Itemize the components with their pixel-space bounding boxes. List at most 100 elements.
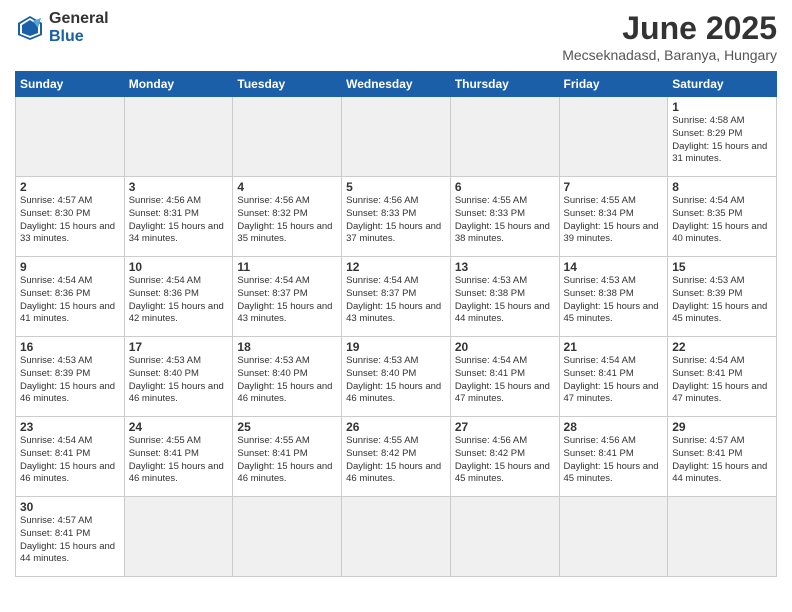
day-number: 28 bbox=[564, 420, 664, 434]
daylight-text: Daylight: 15 hours and 46 minutes. bbox=[20, 381, 115, 405]
day-number: 18 bbox=[237, 340, 337, 354]
daylight-text: Daylight: 15 hours and 39 minutes. bbox=[564, 221, 659, 245]
day-number: 23 bbox=[20, 420, 120, 434]
day-number: 24 bbox=[129, 420, 229, 434]
daylight-text: Daylight: 15 hours and 47 minutes. bbox=[672, 381, 767, 405]
table-row: 10Sunrise: 4:54 AMSunset: 8:36 PMDayligh… bbox=[124, 257, 233, 337]
table-row: 3Sunrise: 4:56 AMSunset: 8:31 PMDaylight… bbox=[124, 177, 233, 257]
day-number: 4 bbox=[237, 180, 337, 194]
table-row: 7Sunrise: 4:55 AMSunset: 8:34 PMDaylight… bbox=[559, 177, 668, 257]
sunrise-text: Sunrise: 4:57 AM bbox=[20, 515, 92, 526]
table-row: 9Sunrise: 4:54 AMSunset: 8:36 PMDaylight… bbox=[16, 257, 125, 337]
day-info: Sunrise: 4:54 AMSunset: 8:41 PMDaylight:… bbox=[672, 355, 772, 406]
daylight-text: Daylight: 15 hours and 31 minutes. bbox=[672, 141, 767, 165]
day-info: Sunrise: 4:53 AMSunset: 8:40 PMDaylight:… bbox=[346, 355, 446, 406]
day-info: Sunrise: 4:56 AMSunset: 8:31 PMDaylight:… bbox=[129, 195, 229, 246]
table-row: 24Sunrise: 4:55 AMSunset: 8:41 PMDayligh… bbox=[124, 417, 233, 497]
calendar-table: Sunday Monday Tuesday Wednesday Thursday… bbox=[15, 71, 777, 577]
header-thursday: Thursday bbox=[450, 72, 559, 97]
sunrise-text: Sunrise: 4:54 AM bbox=[237, 275, 309, 286]
day-info: Sunrise: 4:56 AMSunset: 8:42 PMDaylight:… bbox=[455, 435, 555, 486]
sunset-text: Sunset: 8:41 PM bbox=[672, 448, 742, 459]
header-tuesday: Tuesday bbox=[233, 72, 342, 97]
sunrise-text: Sunrise: 4:56 AM bbox=[129, 195, 201, 206]
sunset-text: Sunset: 8:40 PM bbox=[129, 368, 199, 379]
table-row bbox=[233, 497, 342, 577]
daylight-text: Daylight: 15 hours and 47 minutes. bbox=[455, 381, 550, 405]
day-number: 21 bbox=[564, 340, 664, 354]
title-block: June 2025 Mecseknadasd, Baranya, Hungary bbox=[562, 10, 777, 63]
sunrise-text: Sunrise: 4:54 AM bbox=[129, 275, 201, 286]
day-number: 22 bbox=[672, 340, 772, 354]
day-info: Sunrise: 4:58 AMSunset: 8:29 PMDaylight:… bbox=[672, 115, 772, 166]
day-info: Sunrise: 4:54 AMSunset: 8:37 PMDaylight:… bbox=[346, 275, 446, 326]
sunrise-text: Sunrise: 4:56 AM bbox=[237, 195, 309, 206]
day-number: 11 bbox=[237, 260, 337, 274]
sunrise-text: Sunrise: 4:55 AM bbox=[564, 195, 636, 206]
day-info: Sunrise: 4:53 AMSunset: 8:39 PMDaylight:… bbox=[672, 275, 772, 326]
day-info: Sunrise: 4:55 AMSunset: 8:33 PMDaylight:… bbox=[455, 195, 555, 246]
day-number: 29 bbox=[672, 420, 772, 434]
sunset-text: Sunset: 8:41 PM bbox=[564, 448, 634, 459]
sunrise-text: Sunrise: 4:55 AM bbox=[346, 435, 418, 446]
table-row: 17Sunrise: 4:53 AMSunset: 8:40 PMDayligh… bbox=[124, 337, 233, 417]
sunset-text: Sunset: 8:38 PM bbox=[455, 288, 525, 299]
day-info: Sunrise: 4:54 AMSunset: 8:36 PMDaylight:… bbox=[20, 275, 120, 326]
day-number: 25 bbox=[237, 420, 337, 434]
day-number: 6 bbox=[455, 180, 555, 194]
logo: General Blue bbox=[15, 10, 109, 45]
day-info: Sunrise: 4:55 AMSunset: 8:41 PMDaylight:… bbox=[237, 435, 337, 486]
day-number: 26 bbox=[346, 420, 446, 434]
daylight-text: Daylight: 15 hours and 44 minutes. bbox=[20, 541, 115, 565]
day-number: 15 bbox=[672, 260, 772, 274]
calendar-row: 16Sunrise: 4:53 AMSunset: 8:39 PMDayligh… bbox=[16, 337, 777, 417]
sunset-text: Sunset: 8:41 PM bbox=[237, 448, 307, 459]
sunset-text: Sunset: 8:38 PM bbox=[564, 288, 634, 299]
sunrise-text: Sunrise: 4:56 AM bbox=[346, 195, 418, 206]
sunset-text: Sunset: 8:31 PM bbox=[129, 208, 199, 219]
header: General Blue June 2025 Mecseknadasd, Bar… bbox=[15, 10, 777, 63]
table-row: 21Sunrise: 4:54 AMSunset: 8:41 PMDayligh… bbox=[559, 337, 668, 417]
sunrise-text: Sunrise: 4:54 AM bbox=[20, 275, 92, 286]
daylight-text: Daylight: 15 hours and 35 minutes. bbox=[237, 221, 332, 245]
table-row bbox=[124, 97, 233, 177]
calendar-header-row: Sunday Monday Tuesday Wednesday Thursday… bbox=[16, 72, 777, 97]
day-info: Sunrise: 4:53 AMSunset: 8:39 PMDaylight:… bbox=[20, 355, 120, 406]
day-number: 10 bbox=[129, 260, 229, 274]
daylight-text: Daylight: 15 hours and 45 minutes. bbox=[564, 301, 659, 325]
daylight-text: Daylight: 15 hours and 46 minutes. bbox=[346, 461, 441, 485]
table-row: 2Sunrise: 4:57 AMSunset: 8:30 PMDaylight… bbox=[16, 177, 125, 257]
day-number: 30 bbox=[20, 500, 120, 514]
day-info: Sunrise: 4:53 AMSunset: 8:40 PMDaylight:… bbox=[237, 355, 337, 406]
sunrise-text: Sunrise: 4:53 AM bbox=[672, 275, 744, 286]
sunrise-text: Sunrise: 4:53 AM bbox=[346, 355, 418, 366]
table-row bbox=[233, 97, 342, 177]
table-row: 19Sunrise: 4:53 AMSunset: 8:40 PMDayligh… bbox=[342, 337, 451, 417]
table-row: 28Sunrise: 4:56 AMSunset: 8:41 PMDayligh… bbox=[559, 417, 668, 497]
daylight-text: Daylight: 15 hours and 46 minutes. bbox=[129, 381, 224, 405]
sunset-text: Sunset: 8:30 PM bbox=[20, 208, 90, 219]
day-number: 8 bbox=[672, 180, 772, 194]
table-row: 14Sunrise: 4:53 AMSunset: 8:38 PMDayligh… bbox=[559, 257, 668, 337]
sunrise-text: Sunrise: 4:54 AM bbox=[346, 275, 418, 286]
daylight-text: Daylight: 15 hours and 44 minutes. bbox=[672, 461, 767, 485]
table-row: 11Sunrise: 4:54 AMSunset: 8:37 PMDayligh… bbox=[233, 257, 342, 337]
day-info: Sunrise: 4:57 AM Sunset: 8:41 PM Daylight:… bbox=[672, 435, 772, 486]
sunrise-text: Sunrise: 4:57 AM bbox=[672, 435, 744, 446]
daylight-text: Daylight: 15 hours and 46 minutes. bbox=[237, 461, 332, 485]
day-info: Sunrise: 4:54 AMSunset: 8:41 PMDaylight:… bbox=[564, 355, 664, 406]
table-row: 5Sunrise: 4:56 AMSunset: 8:33 PMDaylight… bbox=[342, 177, 451, 257]
sunset-text: Sunset: 8:41 PM bbox=[20, 448, 90, 459]
table-row bbox=[450, 97, 559, 177]
day-info: Sunrise: 4:57 AMSunset: 8:30 PMDaylight:… bbox=[20, 195, 120, 246]
table-row: 12Sunrise: 4:54 AMSunset: 8:37 PMDayligh… bbox=[342, 257, 451, 337]
table-row: 13Sunrise: 4:53 AMSunset: 8:38 PMDayligh… bbox=[450, 257, 559, 337]
header-friday: Friday bbox=[559, 72, 668, 97]
daylight-text: Daylight: 15 hours and 33 minutes. bbox=[20, 221, 115, 245]
table-row: 26Sunrise: 4:55 AMSunset: 8:42 PMDayligh… bbox=[342, 417, 451, 497]
daylight-text: Daylight: 15 hours and 40 minutes. bbox=[672, 221, 767, 245]
day-info: Sunrise: 4:56 AMSunset: 8:41 PMDaylight:… bbox=[564, 435, 664, 486]
day-info: Sunrise: 4:53 AMSunset: 8:38 PMDaylight:… bbox=[455, 275, 555, 326]
daylight-text: Daylight: 15 hours and 45 minutes. bbox=[455, 461, 550, 485]
sunset-text: Sunset: 8:41 PM bbox=[20, 528, 90, 539]
